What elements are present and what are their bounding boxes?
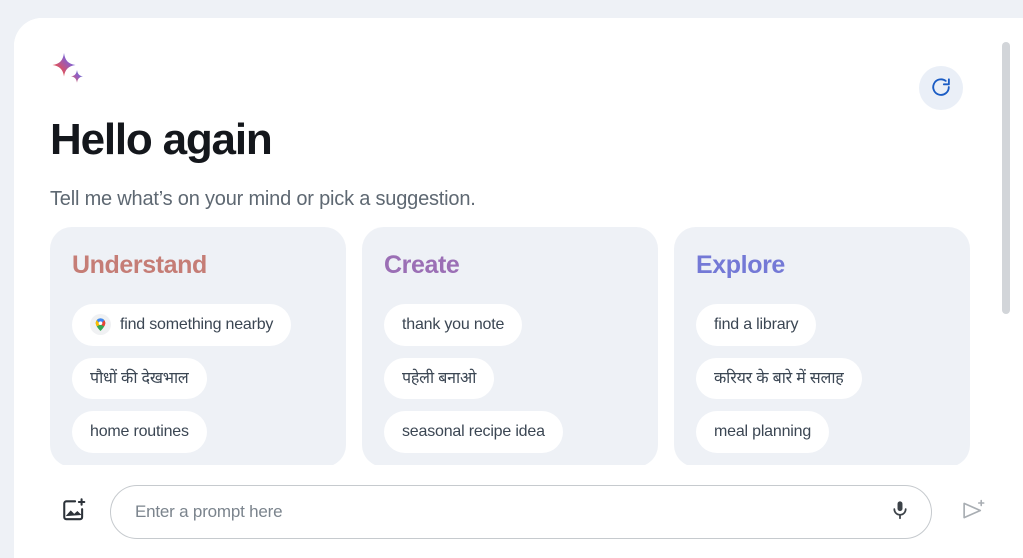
- suggestion-chip[interactable]: करियर के बारे में सलाह: [696, 357, 862, 400]
- chip-label: करियर के बारे में सलाह: [714, 369, 844, 387]
- refresh-suggestions-button[interactable]: [919, 66, 963, 110]
- card-title-understand: Understand: [72, 251, 207, 279]
- send-sparkle-icon: [961, 498, 986, 526]
- gemini-sparkle-icon: [50, 50, 90, 90]
- suggestion-card-understand: Understand find something nearby पौधों क…: [50, 227, 346, 465]
- suggestion-chip[interactable]: meal planning: [696, 411, 830, 453]
- page-subtitle: Tell me what’s on your mind or pick a su…: [50, 188, 476, 210]
- chip-label: home routines: [90, 423, 189, 441]
- chip-list-explore: find a library करियर के बारे में सलाह me…: [696, 304, 948, 453]
- chip-label: find a library: [714, 316, 799, 333]
- chip-label: find something nearby: [120, 316, 274, 333]
- scrollbar-thumb[interactable]: [1002, 42, 1010, 314]
- app-window: Hello again Tell me what’s on your mind …: [14, 18, 1023, 558]
- google-maps-pin-icon: [90, 314, 111, 336]
- suggestion-chip[interactable]: पौधों की देखभाल: [72, 357, 207, 400]
- chip-label: thank you note: [402, 316, 505, 333]
- microphone-button[interactable]: [885, 497, 915, 527]
- page-title: Hello again: [50, 115, 273, 164]
- chip-label: पौधों की देखभाल: [90, 369, 189, 387]
- chip-list-create: thank you note पहेली बनाओ seasonal recip…: [384, 304, 636, 453]
- card-title-create: Create: [384, 251, 460, 279]
- vertical-scrollbar[interactable]: [1002, 42, 1010, 462]
- prompt-input[interactable]: [133, 500, 885, 523]
- add-image-button[interactable]: [60, 498, 88, 526]
- prompt-composer: [14, 465, 1023, 558]
- suggestion-card-create: Create thank you note पहेली बनाओ seasona…: [362, 227, 658, 465]
- prompt-input-container[interactable]: [110, 484, 932, 539]
- microphone-icon: [889, 499, 911, 524]
- scrollable-content: Hello again Tell me what’s on your mind …: [14, 18, 1023, 465]
- suggestion-chip[interactable]: find a library: [696, 304, 817, 346]
- suggestion-chip[interactable]: home routines: [72, 411, 207, 453]
- chip-label: meal planning: [714, 423, 812, 441]
- suggestion-chip[interactable]: thank you note: [384, 304, 523, 346]
- chip-label: seasonal recipe idea: [402, 423, 545, 441]
- send-button[interactable]: [958, 497, 988, 527]
- suggestion-chip[interactable]: पहेली बनाओ: [384, 357, 495, 400]
- refresh-icon: [930, 76, 952, 101]
- suggestion-chip[interactable]: seasonal recipe idea: [384, 411, 563, 453]
- suggestion-cards: Understand find something nearby पौधों क…: [50, 227, 1010, 465]
- card-title-explore: Explore: [696, 251, 785, 279]
- chip-list-understand: find something nearby पौधों की देखभाल ho…: [72, 304, 324, 453]
- add-image-icon: [61, 497, 87, 526]
- chip-label: पहेली बनाओ: [402, 369, 477, 387]
- suggestion-card-explore: Explore find a library करियर के बारे में…: [674, 227, 970, 465]
- suggestion-chip[interactable]: find something nearby: [72, 304, 292, 346]
